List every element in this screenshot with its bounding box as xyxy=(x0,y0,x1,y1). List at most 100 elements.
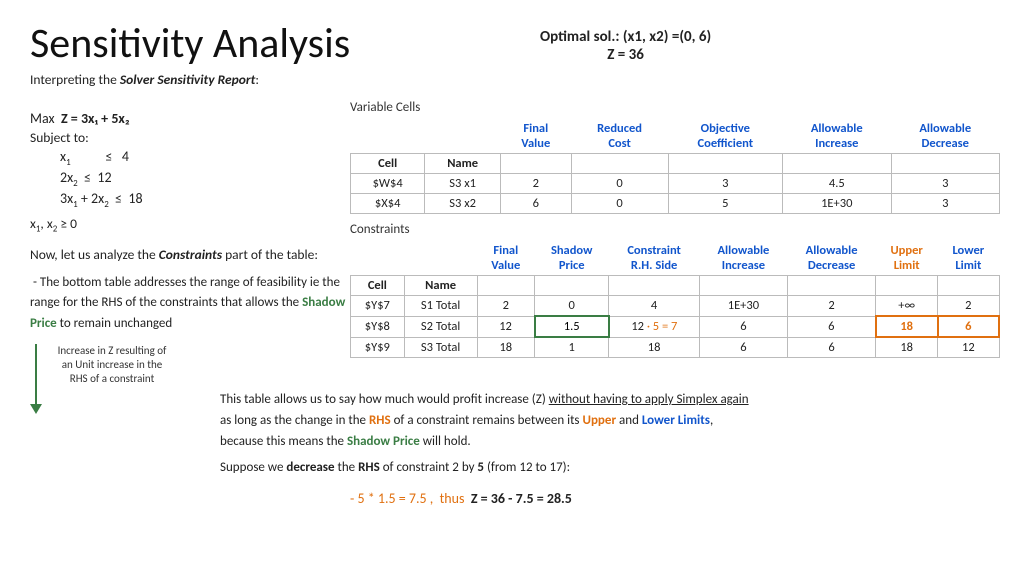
vc-r2-ad: 3 xyxy=(891,194,1000,214)
max-line: Max Z = 3x₁ + 5x₂ xyxy=(30,110,350,127)
no-simplex-text: without having to apply Simplex again xyxy=(549,392,749,407)
calc-result: Z = 36 - 7.5 = 28.5 xyxy=(471,490,572,507)
page: Sensitivity Analysis Optimal sol.: (x1, … xyxy=(0,0,1024,108)
left-column: Max Z = 3x₁ + 5x₂ Subject to: x1 ≤ 4 2x2… xyxy=(30,110,350,414)
con-r3-name: S3 Total xyxy=(404,337,477,358)
five-label: 5 xyxy=(477,460,484,475)
con-col-cell xyxy=(351,241,405,276)
con-th-name: Name xyxy=(404,276,477,296)
optimal-line1: Optimal sol.: (x1, x2) =(0, 6) xyxy=(540,28,711,46)
bottom-line1: This table allows us to say how much wou… xyxy=(220,390,1000,411)
con-r2-sp: 1.5 xyxy=(535,316,609,337)
con-r1-rhs: 4 xyxy=(609,296,699,317)
vc-r1-cell: $W$4 xyxy=(351,174,425,194)
vc-th-fv xyxy=(500,154,571,174)
vc-r2-oc: 5 xyxy=(668,194,783,214)
vc-col-reduced-cost: ReducedCost xyxy=(571,119,668,154)
con-r3-ul: 18 xyxy=(876,337,938,358)
lower-limits-label: Lower Limits xyxy=(642,413,710,428)
vc-col-name xyxy=(425,119,501,154)
con-r3-sp: 1 xyxy=(535,337,609,358)
vc-r1-ai: 4.5 xyxy=(783,174,891,194)
vc-r2-ai: 1E+30 xyxy=(783,194,891,214)
con-r3-ai: 6 xyxy=(699,337,787,358)
decrease-bold: decrease xyxy=(286,460,334,475)
con-header-row2: Cell Name xyxy=(351,276,1000,296)
vc-col-final-val: FinalValue xyxy=(500,119,571,154)
con-r2-ul: 18 xyxy=(876,316,938,337)
optimal-solution: Optimal sol.: (x1, x2) =(0, 6) Z = 36 xyxy=(540,28,711,64)
variable-cells-table: FinalValue ReducedCost ObjectiveCoeffici… xyxy=(350,119,1000,214)
shadow-price-label2: Shadow Price xyxy=(347,434,420,449)
arrow-column xyxy=(30,344,42,414)
vc-r1-fv: 2 xyxy=(500,174,571,194)
con-r2-rhs: 12 · 5 = 7 xyxy=(609,316,699,337)
con-r3-ad: 6 xyxy=(788,337,876,358)
shadow-price-label: Shadow Price xyxy=(30,295,345,330)
vc-r2-rc: 0 xyxy=(571,194,668,214)
vc-th-oc xyxy=(668,154,783,174)
vc-row-2: $X$4 S3 x2 6 0 5 1E+30 3 xyxy=(351,194,1000,214)
con-r2-ll: 6 xyxy=(938,316,999,337)
con-row-1: $Y$7 S1 Total 2 0 4 1E+30 2 +∞ 2 xyxy=(351,296,1000,317)
interpreting-text: Interpreting the Solver Sensitivity Repo… xyxy=(30,71,994,88)
con-col-rhs: ConstraintR.H. Side xyxy=(609,241,699,276)
vc-th-ad xyxy=(891,154,1000,174)
vc-r2-name: S3 x2 xyxy=(425,194,501,214)
con-r2-name: S2 Total xyxy=(404,316,477,337)
con-th-ai xyxy=(699,276,787,296)
vc-r1-rc: 0 xyxy=(571,174,668,194)
con-th-cell: Cell xyxy=(351,276,405,296)
vc-th-rc xyxy=(571,154,668,174)
con-th-sp xyxy=(535,276,609,296)
vc-r2-cell: $X$4 xyxy=(351,194,425,214)
vc-header-row2: Cell Name xyxy=(351,154,1000,174)
con-th-ul xyxy=(876,276,938,296)
vc-col-obj-coeff: ObjectiveCoefficient xyxy=(668,119,783,154)
con-r1-ai: 1E+30 xyxy=(699,296,787,317)
optimal-line2: Z = 36 xyxy=(540,46,711,64)
vc-row-1: $W$4 S3 x1 2 0 3 4.5 3 xyxy=(351,174,1000,194)
subject-to: Subject to: xyxy=(30,129,350,146)
vc-th-ai xyxy=(783,154,891,174)
range-text: - The bottom table addresses the range o… xyxy=(30,273,350,333)
vc-th-cell: Cell xyxy=(351,154,425,174)
vc-r1-name: S3 x1 xyxy=(425,174,501,194)
bottom-line3: because this means the Shadow Price will… xyxy=(220,432,1000,453)
con-th-ll xyxy=(938,276,999,296)
con-col-lower: LowerLimit xyxy=(938,241,999,276)
suppose-line: Suppose we decrease the RHS of constrain… xyxy=(220,460,570,475)
constraint-2: 2x2 ≤ 12 xyxy=(60,169,350,189)
con-th-ad xyxy=(788,276,876,296)
con-col-fv: FinalValue xyxy=(477,241,535,276)
crossed-eq: · 5 = 7 xyxy=(647,319,678,334)
con-row-3: $Y$9 S3 Total 18 1 18 6 6 18 12 xyxy=(351,337,1000,358)
con-col-upper: UpperLimit xyxy=(876,241,938,276)
rhs-label: RHS xyxy=(369,413,391,428)
vc-header-row1: FinalValue ReducedCost ObjectiveCoeffici… xyxy=(351,119,1000,154)
vc-col-allow-dec: AllowableDecrease xyxy=(891,119,1000,154)
con-r2-cell: $Y$8 xyxy=(351,316,405,337)
con-r1-sp: 0 xyxy=(535,296,609,317)
con-r1-ul: +∞ xyxy=(876,296,938,317)
non-negativity: x1, x2 ≥ 0 xyxy=(30,215,350,235)
constraints-section-title: Constraints xyxy=(350,222,1000,237)
con-th-fv xyxy=(477,276,535,296)
con-r3-cell: $Y$9 xyxy=(351,337,405,358)
bottom-line2: as long as the change in the RHS of a co… xyxy=(220,411,1000,432)
con-col-ai: AllowableIncrease xyxy=(699,241,787,276)
con-r1-ll: 2 xyxy=(938,296,999,317)
bottom-text-block: This table allows us to say how much wou… xyxy=(220,390,1000,452)
con-col-shadow: ShadowPrice xyxy=(535,241,609,276)
con-r1-ad: 2 xyxy=(788,296,876,317)
con-r2-ai: 6 xyxy=(699,316,787,337)
constraints-list: x1 ≤ 4 2x2 ≤ 12 3x1 + 2x2 ≤ 18 xyxy=(60,148,350,209)
con-row-2: $Y$8 S2 Total 12 1.5 12 · 5 = 7 6 6 18 6 xyxy=(351,316,1000,337)
con-r3-fv: 18 xyxy=(477,337,535,358)
vc-r1-ad: 3 xyxy=(891,174,1000,194)
variable-cells-title: Variable Cells xyxy=(350,100,1000,115)
right-column: Variable Cells FinalValue ReducedCost Ob… xyxy=(350,100,1000,366)
con-r2-ad: 6 xyxy=(788,316,876,337)
vc-th-name: Name xyxy=(425,154,501,174)
vc-col-cell xyxy=(351,119,425,154)
